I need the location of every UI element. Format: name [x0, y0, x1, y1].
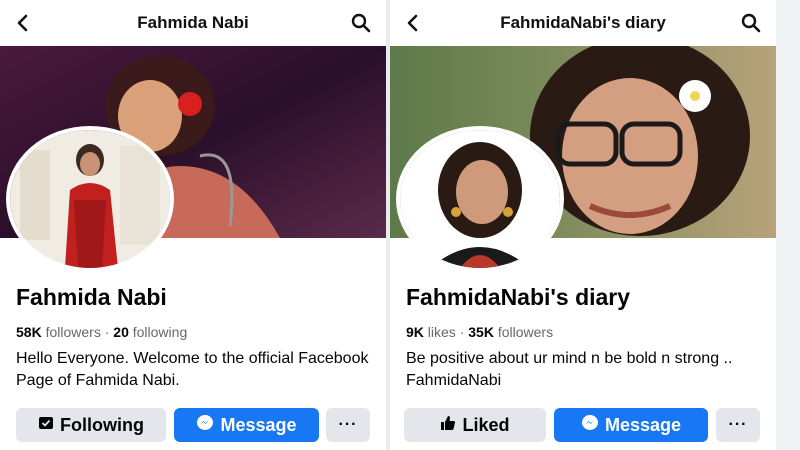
- following-label[interactable]: following: [133, 324, 187, 340]
- more-options-label: ···: [728, 416, 748, 433]
- page-title: Fahmida Nabi: [137, 13, 249, 32]
- more-options-button[interactable]: ···: [716, 408, 760, 442]
- liked-button[interactable]: Liked: [404, 408, 546, 442]
- likes-label[interactable]: likes: [428, 324, 456, 340]
- following-count[interactable]: 20: [113, 324, 129, 340]
- profile-name: FahmidaNabi's diary: [406, 284, 631, 310]
- stats-separator: ·: [104, 324, 110, 340]
- liked-button-label: Liked: [462, 414, 510, 435]
- profile-avatar[interactable]: [396, 126, 564, 272]
- top-bar: Fahmida Nabi: [0, 0, 386, 46]
- profile-stats: 9K likes · 35K followers: [406, 324, 553, 340]
- search-icon[interactable]: [350, 12, 372, 34]
- page-title: FahmidaNabi's diary: [500, 13, 666, 32]
- followers-count[interactable]: 35K: [468, 324, 494, 340]
- profile-name: Fahmida Nabi: [16, 284, 167, 310]
- more-options-label: ···: [338, 416, 358, 433]
- more-options-button[interactable]: ···: [326, 408, 370, 442]
- message-button-label: Message: [220, 414, 297, 435]
- profile-panel-left: Fahmida Nabi Fahmida Nabi 58K followers …: [0, 0, 386, 450]
- top-bar: FahmidaNabi's diary: [390, 0, 776, 46]
- message-button-label: Message: [604, 414, 682, 435]
- following-icon: [38, 415, 54, 436]
- followers-count[interactable]: 58K: [16, 324, 42, 340]
- profile-avatar[interactable]: [6, 126, 174, 272]
- scrollbar-track: [776, 0, 800, 450]
- messenger-icon: [581, 414, 599, 437]
- profile-bio: Be positive about ur mind n be bold n st…: [406, 350, 733, 389]
- message-button[interactable]: Message: [174, 408, 319, 442]
- likes-count[interactable]: 9K: [406, 324, 424, 340]
- thumbs-up-icon: [440, 415, 456, 436]
- following-button[interactable]: Following: [16, 408, 166, 442]
- back-arrow-icon[interactable]: [12, 12, 34, 34]
- profile-stats: 58K followers · 20 following: [16, 324, 187, 340]
- profile-panel-right: FahmidaNabi's diary FahmidaNabi's diary …: [390, 0, 776, 450]
- back-arrow-icon[interactable]: [402, 12, 424, 34]
- message-button[interactable]: Message: [554, 408, 708, 442]
- search-icon[interactable]: [740, 12, 762, 34]
- profile-bio: Hello Everyone. Welcome to the official …: [16, 350, 369, 389]
- messenger-icon: [196, 414, 214, 437]
- stats-separator: ·: [459, 324, 465, 340]
- followers-label[interactable]: followers: [498, 324, 553, 340]
- following-button-label: Following: [60, 414, 144, 435]
- followers-label[interactable]: followers: [46, 324, 101, 340]
